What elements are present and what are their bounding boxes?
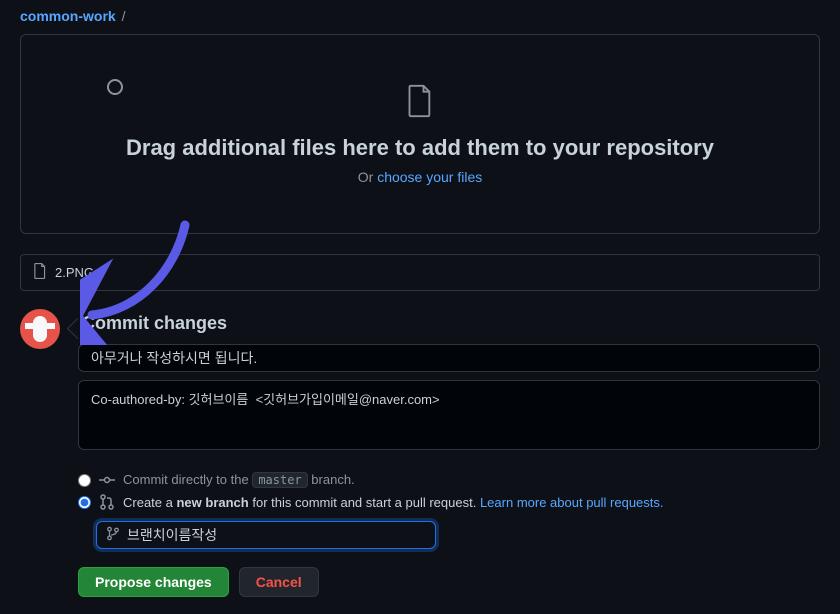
spinner-icon	[107, 79, 123, 95]
breadcrumb-sep: /	[122, 8, 126, 24]
repo-link[interactable]: common-work	[20, 8, 116, 24]
propose-changes-button[interactable]: Propose changes	[78, 567, 229, 597]
breadcrumb: common-work /	[0, 0, 840, 28]
dropzone-subtext: Or choose your files	[358, 169, 483, 185]
git-branch-icon	[106, 527, 120, 544]
commit-summary-input[interactable]	[78, 344, 820, 372]
file-icon	[406, 84, 434, 123]
uploaded-file-chip: 2.PNG	[20, 254, 820, 291]
commit-heading: Commit changes	[78, 309, 820, 344]
pull-request-icon	[99, 494, 115, 510]
commit-panel: Commit changes Co-authored-by: 깃허브이름 <깃허…	[78, 309, 820, 597]
radio-newbranch-input[interactable]	[78, 496, 91, 509]
file-icon	[33, 263, 47, 282]
dropzone-heading: Drag additional files here to add them t…	[126, 135, 714, 161]
branch-name-input[interactable]	[96, 521, 436, 549]
file-dropzone[interactable]: Drag additional files here to add them t…	[20, 34, 820, 234]
branch-badge: master	[252, 472, 307, 488]
radio-direct-input[interactable]	[78, 474, 91, 487]
branch-radio-group: Commit directly to the master branch. Cr…	[78, 469, 820, 549]
choose-files-link[interactable]: choose your files	[377, 169, 482, 185]
uploaded-file-name: 2.PNG	[55, 265, 94, 280]
radio-new-branch[interactable]: Create a new branch for this commit and …	[78, 491, 820, 513]
commit-description-input[interactable]: Co-authored-by: 깃허브이름 <깃허브가입이메일@naver.co…	[78, 380, 820, 450]
avatar	[20, 309, 60, 349]
git-commit-icon	[99, 472, 115, 488]
radio-commit-direct[interactable]: Commit directly to the master branch.	[78, 469, 820, 491]
cancel-button[interactable]: Cancel	[239, 567, 319, 597]
learn-more-link[interactable]: Learn more about pull requests.	[480, 495, 664, 510]
